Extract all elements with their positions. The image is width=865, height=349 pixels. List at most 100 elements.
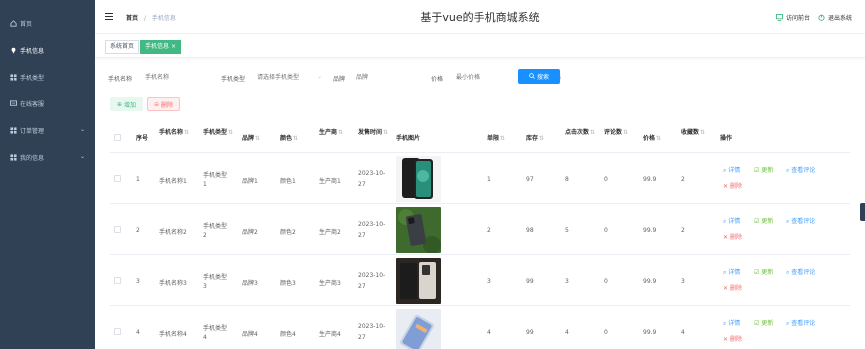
cell-date: 2023-10- bbox=[358, 170, 386, 177]
cell-comments: 0 bbox=[604, 329, 608, 336]
search-icon: ⌕ bbox=[786, 320, 790, 327]
cell-clicks: 8 bbox=[565, 176, 569, 183]
close-icon[interactable]: × bbox=[171, 43, 176, 50]
header-price[interactable]: 价格⇅ bbox=[643, 133, 661, 142]
cell-stock: 99 bbox=[526, 329, 534, 336]
header-brand[interactable]: 品牌⇅ bbox=[242, 133, 260, 142]
header-favorites[interactable]: 收藏数⇅ bbox=[681, 127, 705, 136]
sidebar-item-online-service[interactable]: 在线客服 bbox=[0, 96, 95, 110]
edit-button[interactable]: ☑ 更新 bbox=[754, 318, 773, 327]
close-icon: ✕ bbox=[723, 285, 729, 292]
grid-icon bbox=[10, 153, 17, 161]
cell-fav: 3 bbox=[681, 278, 685, 285]
cell-date-line2: 27 bbox=[358, 334, 366, 341]
detail-button[interactable]: ⌕ 详情 bbox=[723, 216, 740, 226]
delete-button[interactable]: ⊖ 删除 bbox=[147, 97, 180, 111]
sidebar-item-phone-type[interactable]: 手机类型 bbox=[0, 70, 95, 84]
cell-color: 颜色1 bbox=[280, 178, 296, 185]
min-price-input[interactable] bbox=[454, 70, 514, 84]
header-comments[interactable]: 评论数⇅ bbox=[604, 127, 628, 136]
row-delete-button[interactable]: ✕ 删除 bbox=[723, 181, 742, 190]
header-type[interactable]: 手机类型⇅ bbox=[203, 127, 233, 136]
brand-label: 品牌 bbox=[333, 76, 346, 83]
reviews-button[interactable]: ⌕ 查看评论 bbox=[786, 267, 815, 277]
select-all-checkbox[interactable] bbox=[114, 134, 121, 141]
sidebar-item-order-management[interactable]: 订单管理 ⌄ bbox=[0, 123, 95, 137]
detail-button[interactable]: ⌕ 详情 bbox=[723, 165, 740, 175]
cell-color: 颜色4 bbox=[280, 331, 296, 338]
drawer-handle[interactable] bbox=[860, 203, 865, 221]
add-button-label: 增加 bbox=[124, 101, 137, 109]
header-date[interactable]: 发售时间⇅ bbox=[358, 127, 388, 136]
header-clicks[interactable]: 点击次数⇅ bbox=[565, 127, 595, 136]
sidebar-item-my-info[interactable]: 我的信息 ⌄ bbox=[0, 150, 95, 164]
detail-button[interactable]: ⌕ 详情 bbox=[723, 267, 740, 277]
visit-front-button[interactable]: 访问前台 bbox=[775, 13, 810, 22]
cell-color: 颜色3 bbox=[280, 280, 296, 287]
cell-comments: 0 bbox=[604, 278, 608, 285]
row-checkbox[interactable] bbox=[114, 277, 121, 284]
edit-button[interactable]: ☑ 更新 bbox=[754, 216, 773, 225]
sidebar-item-label: 手机类型 bbox=[20, 74, 45, 82]
cell-type-line2: 4 bbox=[203, 334, 207, 341]
edit-button[interactable]: ☑ 更新 bbox=[754, 165, 773, 174]
row-delete-button[interactable]: ✕ 删除 bbox=[723, 283, 742, 292]
row-checkbox[interactable] bbox=[114, 226, 121, 233]
header-color[interactable]: 颜色⇅ bbox=[280, 133, 298, 142]
header-image: 手机图片 bbox=[396, 135, 421, 142]
add-button[interactable]: ⊕ 增加 bbox=[110, 97, 143, 111]
name-label: 手机名称 bbox=[108, 76, 133, 83]
detail-button[interactable]: ⌕ 详情 bbox=[723, 318, 740, 328]
search-button[interactable]: 搜索 bbox=[518, 69, 560, 84]
sidebar: 首页 手机信息 手机类型 在线客服 订单管理 ⌄ 我的信息 ⌄ bbox=[0, 0, 95, 349]
cell-index: 1 bbox=[136, 176, 140, 183]
search-icon: ⌕ bbox=[723, 320, 727, 327]
cell-name: 手机名称3 bbox=[159, 280, 187, 287]
cell-type: 手机类型 bbox=[203, 325, 228, 332]
cell-fav: 2 bbox=[681, 227, 685, 234]
search-icon: ⌕ bbox=[723, 218, 727, 225]
header-maker[interactable]: 生产商⇅ bbox=[319, 127, 343, 136]
type-select[interactable] bbox=[255, 70, 323, 84]
cell-maker: 生产商4 bbox=[319, 331, 341, 338]
table-row: 4 手机名称4 手机类型 4 品牌4 颜色4 生产商4 2023-10- 27 … bbox=[110, 305, 850, 349]
row-delete-button[interactable]: ✕ 删除 bbox=[723, 232, 742, 241]
reviews-button[interactable]: ⌕ 查看评论 bbox=[786, 165, 815, 175]
cell-date-line2: 27 bbox=[358, 181, 366, 188]
chat-icon bbox=[10, 99, 17, 107]
cell-single: 3 bbox=[487, 278, 491, 285]
row-checkbox[interactable] bbox=[114, 328, 121, 335]
header-stock[interactable]: 库存⇅ bbox=[526, 133, 544, 142]
cell-single: 4 bbox=[487, 329, 491, 336]
cell-date: 2023-10- bbox=[358, 221, 386, 228]
logout-button[interactable]: 退出系统 bbox=[818, 13, 852, 22]
cell-brand: 品牌3 bbox=[242, 280, 258, 287]
cell-brand: 品牌1 bbox=[242, 178, 258, 185]
reviews-button[interactable]: ⌕ 查看评论 bbox=[786, 318, 815, 328]
row-checkbox[interactable] bbox=[114, 175, 121, 182]
search-icon: ⌕ bbox=[723, 167, 727, 174]
tag-home[interactable]: 系统首页 bbox=[105, 40, 140, 54]
chevron-down-icon: ⌄ bbox=[79, 126, 85, 133]
row-delete-button[interactable]: ✕ 删除 bbox=[723, 334, 742, 343]
close-icon: ✕ bbox=[723, 234, 729, 241]
sidebar-item-phone-info[interactable]: 手机信息 bbox=[0, 43, 95, 57]
tag-phone-info[interactable]: 手机信息 × bbox=[140, 40, 181, 54]
edit-button[interactable]: ☑ 更新 bbox=[754, 267, 773, 276]
grid-icon bbox=[10, 126, 17, 134]
name-input[interactable] bbox=[143, 70, 208, 84]
brand-input[interactable] bbox=[354, 70, 414, 84]
sidebar-item-home[interactable]: 首页 bbox=[0, 16, 95, 30]
cell-stock: 98 bbox=[526, 227, 534, 234]
reviews-button[interactable]: ⌕ 查看评论 bbox=[786, 216, 815, 226]
cell-maker: 生产商3 bbox=[319, 280, 341, 287]
header-name[interactable]: 手机名称⇅ bbox=[159, 127, 189, 136]
delete-button-label: 删除 bbox=[161, 101, 174, 109]
header-price-single[interactable]: 单限⇅ bbox=[487, 133, 505, 142]
sidebar-item-label: 首页 bbox=[20, 20, 33, 28]
table-row: 2 手机名称2 手机类型 2 品牌2 颜色2 生产商2 2023-10- 27 … bbox=[110, 203, 850, 254]
cell-comments: 0 bbox=[604, 176, 608, 183]
phone-image bbox=[396, 309, 441, 349]
header-index: 序号 bbox=[136, 135, 149, 142]
cell-clicks: 5 bbox=[565, 227, 569, 234]
